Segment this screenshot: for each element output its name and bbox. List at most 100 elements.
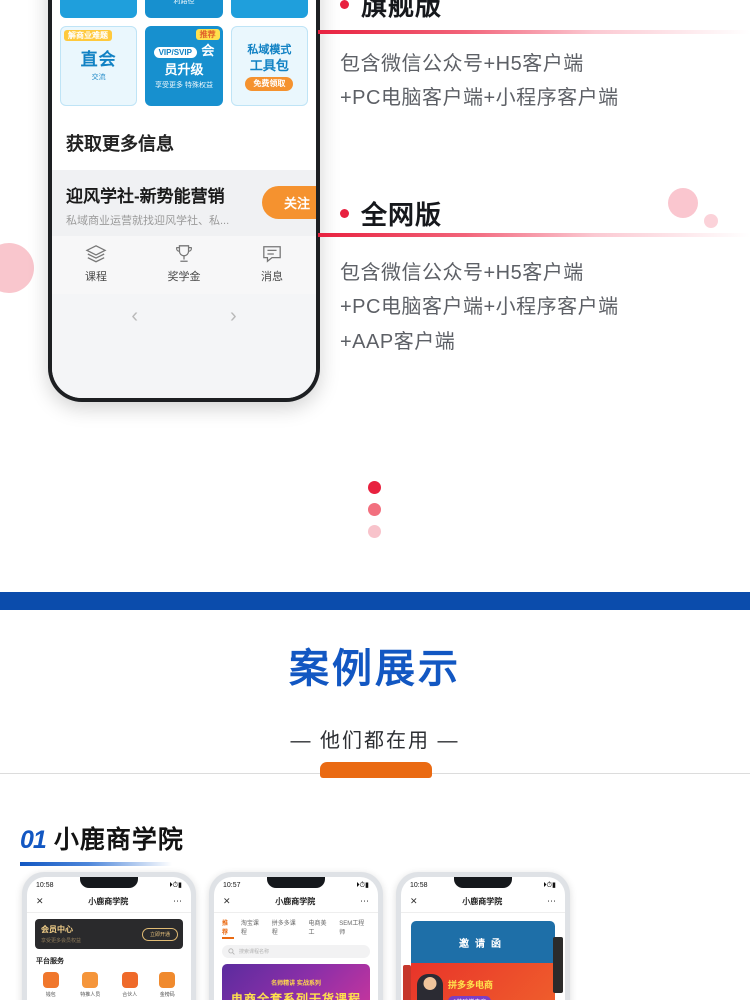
mock-tab-course[interactable]: 课程 (52, 244, 140, 284)
course-card[interactable]: 私域模式 工具包 免费领取 (230, 26, 308, 106)
category-tab[interactable]: 拼多多课程 (272, 918, 302, 939)
card-badge-left: 私域模式 (247, 44, 292, 57)
more-icon[interactable]: ⋯ (360, 896, 369, 907)
app-nav-bar: ✕ 小鹿商学院 ⋯ (214, 892, 378, 913)
case-section-title: 案例展示 (289, 647, 461, 691)
invitation-line-1: 拼多多电商 (448, 979, 494, 990)
app-nav-bar: ✕ 小鹿商学院 ⋯ (401, 892, 565, 913)
search-icon (228, 948, 235, 955)
category-tab[interactable]: 电商美工 (308, 918, 332, 939)
service-section-label: 平台服务 (36, 958, 64, 965)
follow-button[interactable]: 关注 (261, 186, 316, 219)
page-root: 优惠中 盘手 诗词班 第1期 报名中 《私域模式》方案班 低成本、可持续的盈利路… (0, 0, 750, 1000)
status-signal-icon: ⏵⏱▮ (169, 882, 182, 889)
close-icon[interactable]: ✕ (36, 896, 44, 907)
bullet-dot-icon (340, 209, 349, 218)
version-heading: 旗舰版 (340, 0, 619, 23)
invitation-line-2: 0基础学电商 (448, 995, 492, 1000)
course-card[interactable]: 案例 蓝色 (230, 0, 308, 18)
pager-prev-icon[interactable]: ‹ (131, 306, 138, 388)
qrcode-icon (159, 972, 176, 988)
version-divider (318, 30, 750, 34)
version-desc-line: 包含微信公众号+H5客户端 (340, 53, 584, 75)
card-sub: 享受更多 特殊权益 (155, 82, 213, 90)
case-section-header: 案例展示 — 他们都在用 — (0, 610, 750, 753)
course-card[interactable]: 第1期 报名中 《私域模式》方案班 低成本、可持续的盈利路径 (145, 0, 223, 18)
case-screenshot[interactable]: 10:58 ⏵⏱▮ ✕ 小鹿商学院 ⋯ 邀请函 拼多多电商 (396, 872, 570, 1000)
course-hero-banner[interactable]: 名师精讲 实战系列 电商全套系列干货课程 0基础也能轻松学会 (222, 964, 370, 1000)
category-tab[interactable]: 推荐 (222, 918, 234, 939)
service-item[interactable]: 特推人员 (80, 972, 100, 998)
category-tab[interactable]: 淘宝课程 (241, 918, 265, 939)
mock-account-row[interactable]: 迎风学社-新势能营销 私域商业运营就找迎风学社、私... 关注 (52, 170, 316, 236)
decor-circle-left (0, 243, 34, 293)
screenshot-screen: 10:58 ⏵⏱▮ ✕ 小鹿商学院 ⋯ 邀请函 拼多多电商 (401, 877, 565, 1000)
member-center-banner[interactable]: 会员中心 享受更多会员权益 立即开通 (35, 919, 183, 949)
category-tab[interactable]: SEM工程师 (339, 918, 370, 939)
side-panel-decor-2 (403, 965, 411, 1000)
phone-notch (80, 877, 138, 888)
screenshot-screen: 10:57 ⏵⏱▮ ✕ 小鹿商学院 ⋯ 推荐 淘宝课程 拼多多课程 电商美工 S… (214, 877, 378, 1000)
mock-tab-bar: 课程 奖学金 消息 (52, 236, 316, 294)
status-time: 10:58 (410, 882, 428, 889)
invitation-card[interactable]: 邀请函 拼多多电商 0基础学电商 (411, 921, 555, 1000)
version-desc-line: +PC电脑客户端+小程序客户端 (340, 296, 619, 319)
version-block-flagship: 旗舰版 包含微信公众号+H5客户端 +PC电脑客户端+小程序客户端 (318, 0, 750, 116)
more-icon[interactable]: ⋯ (173, 896, 182, 907)
banner-button[interactable]: 立即开通 (141, 928, 178, 941)
course-card-grid: 优惠中 盘手 诗词班 第1期 报名中 《私域模式》方案班 低成本、可持续的盈利路… (52, 0, 316, 116)
service-item[interactable]: 合伙人 (121, 972, 138, 998)
status-time: 10:58 (36, 882, 54, 889)
phone-mockup-screen: 优惠中 盘手 诗词班 第1期 报名中 《私域模式》方案班 低成本、可持续的盈利路… (52, 0, 316, 398)
version-title: 旗舰版 (361, 0, 443, 21)
version-description: 包含微信公众号+H5客户端 +PC电脑客户端+小程序客户端 +AAP客户端 (340, 256, 619, 359)
mock-tab-scholarship[interactable]: 奖学金 (140, 244, 228, 284)
case-screenshot[interactable]: 10:57 ⏵⏱▮ ✕ 小鹿商学院 ⋯ 推荐 淘宝课程 拼多多课程 电商美工 S… (209, 872, 383, 1000)
version-divider (318, 233, 750, 237)
version-title: 全网版 (361, 200, 443, 230)
mock-tab-label: 消息 (261, 271, 283, 283)
search-placeholder: 搜索课程名称 (239, 949, 270, 955)
service-label: 金榜码 (159, 992, 175, 998)
invitation-title: 邀请函 (411, 921, 555, 963)
phone-mockup: 优惠中 盘手 诗词班 第1期 报名中 《私域模式》方案班 低成本、可持续的盈利路… (48, 0, 320, 402)
decor-circle-right-large (668, 188, 698, 218)
course-card[interactable]: 优惠中 盘手 诗词班 (60, 0, 138, 18)
pager-next-icon[interactable]: › (230, 306, 237, 388)
invitation-body: 拼多多电商 0基础学电商 (411, 963, 555, 1000)
decor-circle-right-small (704, 214, 718, 228)
vip-tag: VIP/SVIP (153, 46, 197, 58)
case-item-title-row: 01 小鹿商学院 (20, 820, 184, 856)
search-bar[interactable]: 搜索课程名称 (222, 945, 370, 958)
version-heading: 全网版 (340, 195, 619, 232)
mock-pager: ‹ › (52, 294, 316, 398)
layers-icon (85, 245, 107, 263)
case-screenshot[interactable]: 10:58 ⏵⏱▮ ✕ 小鹿商学院 ⋯ 会员中心 享受更多会员权益 立即开通 平… (22, 872, 196, 1000)
card-badge-left: 解商业难题 (64, 30, 112, 42)
course-card[interactable]: 推荐 VIP/SVIP 会员升级 享受更多 特殊权益 (145, 26, 223, 106)
card-title: 直会 (80, 50, 117, 70)
more-icon[interactable]: ⋯ (547, 896, 556, 907)
status-signal-icon: ⏵⏱▮ (543, 882, 556, 889)
service-label: 特推人员 (80, 992, 101, 998)
free-pill[interactable]: 免费领取 (245, 77, 294, 91)
service-item[interactable]: 金榜码 (159, 972, 176, 998)
version-desc-line: +PC电脑客户端+小程序客户端 (340, 87, 619, 110)
case-screenshot-row: 10:58 ⏵⏱▮ ✕ 小鹿商学院 ⋯ 会员中心 享受更多会员权益 立即开通 平… (0, 872, 750, 1000)
status-time: 10:57 (223, 882, 241, 889)
mock-tab-message[interactable]: 消息 (228, 244, 316, 284)
hero-eyebrow: 名师精讲 实战系列 (271, 981, 321, 987)
trophy-icon (176, 245, 192, 262)
promoter-icon (82, 972, 99, 988)
course-card[interactable]: 解商业难题 直会 交流 (60, 26, 138, 106)
app-nav-title: 小鹿商学院 (88, 897, 129, 906)
invitation-text: 拼多多电商 0基础学电商 (448, 978, 493, 1000)
hero-title: 电商全套系列干货课程 (230, 992, 361, 1000)
close-icon[interactable]: ✕ (410, 896, 418, 907)
service-label: 合伙人 (122, 992, 138, 998)
case-item-underline (20, 862, 172, 866)
service-item[interactable]: 钱包 (42, 972, 59, 998)
close-icon[interactable]: ✕ (223, 896, 231, 907)
service-label: 钱包 (45, 992, 56, 998)
orange-tab-indicator[interactable] (320, 762, 432, 778)
